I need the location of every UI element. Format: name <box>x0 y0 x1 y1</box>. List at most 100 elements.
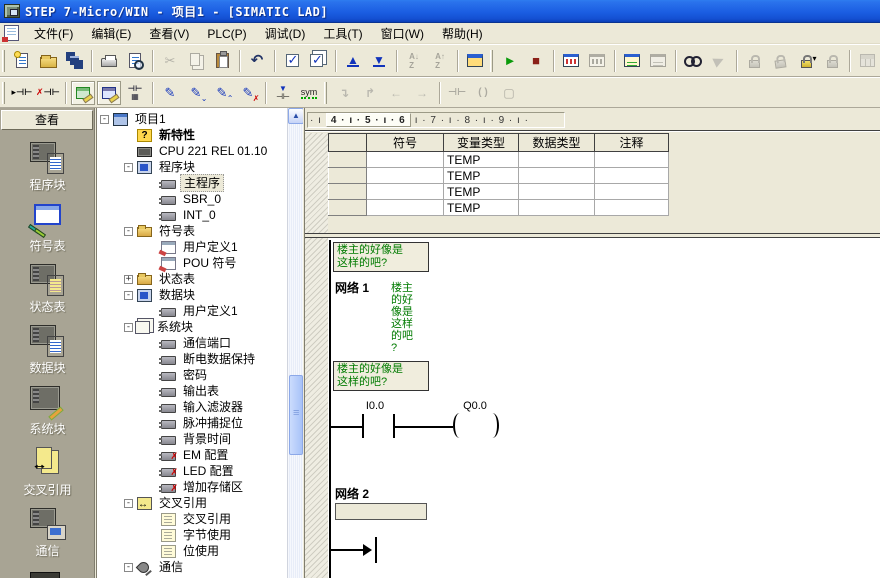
tree-item-7[interactable]: -符号表 <box>97 223 288 239</box>
coil-right-paren[interactable] <box>486 413 499 438</box>
coil-operand[interactable]: Q0.0 <box>445 400 505 412</box>
var-table-cell[interactable] <box>367 152 444 168</box>
var-table-cell[interactable]: TEMP <box>444 152 519 168</box>
tree-item-11[interactable]: -数据块 <box>97 287 288 303</box>
edit-cursor[interactable] <box>375 537 377 563</box>
tree-expander[interactable]: - <box>124 163 133 172</box>
network2-title-box[interactable] <box>335 503 427 520</box>
tree-item-19[interactable]: 脉冲捕捉位 <box>97 415 288 431</box>
tree-expander[interactable]: - <box>124 499 133 508</box>
tree-item-3[interactable]: -程序块 <box>97 159 288 175</box>
save-all-button[interactable] <box>62 49 86 73</box>
upload-button[interactable]: ▲ <box>341 49 365 73</box>
network1-title[interactable]: 楼主 的好 像是 这样 的吧 ? <box>391 282 421 354</box>
insert-network-button[interactable]: ▸⊣⊢ <box>10 81 34 105</box>
tree-item-0[interactable]: -项目1 <box>97 111 288 127</box>
var-table-cell[interactable] <box>519 152 595 168</box>
compile-all-button[interactable] <box>306 49 330 73</box>
menu-item-5[interactable]: 工具(T) <box>314 25 371 43</box>
draw-curve-down-button[interactable]: ✎⌄ <box>184 81 208 105</box>
scroll-up-button[interactable]: ▲ <box>288 108 303 124</box>
tree-item-9[interactable]: POU 符号 <box>97 255 288 271</box>
pou-comment-box[interactable]: 楼主的好像是 这样的吧? <box>333 242 429 272</box>
var-table-cell[interactable] <box>329 152 367 168</box>
draw-line-button[interactable]: ✎ <box>158 81 182 105</box>
network1-comment-box[interactable]: 楼主的好像是 这样的吧? <box>333 361 429 391</box>
var-table-cell[interactable] <box>519 168 595 184</box>
program-status-button[interactable] <box>559 49 583 73</box>
tree-item-26[interactable]: 字节使用 <box>97 527 288 543</box>
sidebar-item-3[interactable]: 数据块 <box>0 325 95 376</box>
tree-item-27[interactable]: 位使用 <box>97 543 288 559</box>
sidebar-item-6[interactable]: 通信 <box>0 508 95 559</box>
download-button[interactable]: ▼ <box>367 49 391 73</box>
sidebar-item-4[interactable]: 系统块 <box>0 386 95 437</box>
menu-item-7[interactable]: 帮助(H) <box>433 25 492 43</box>
delete-network-button[interactable]: ✗⊣⊢ <box>36 81 60 105</box>
toolbar-grip[interactable] <box>324 82 327 104</box>
print-preview-button[interactable] <box>123 49 147 73</box>
view-symbol-table-button[interactable] <box>71 81 95 105</box>
tree-item-16[interactable]: 密码 <box>97 367 288 383</box>
tree-expander[interactable]: - <box>124 563 133 572</box>
tree-item-21[interactable]: ✗EM 配置 <box>97 447 288 463</box>
tree-expander[interactable]: - <box>124 323 133 332</box>
var-table-cell[interactable] <box>595 152 669 168</box>
compile-button[interactable] <box>280 49 304 73</box>
sidebar-item-2[interactable]: 状态表 <box>0 264 95 315</box>
menu-item-6[interactable]: 窗口(W) <box>372 25 433 43</box>
open-folder-button[interactable] <box>36 49 60 73</box>
tree-scrollbar[interactable]: ▲ <box>287 108 303 578</box>
tree-item-1[interactable]: ?新特性 <box>97 127 288 143</box>
print-button[interactable] <box>97 49 121 73</box>
contact-table-button[interactable]: ⊣⊢▦ <box>123 81 147 105</box>
tree-item-24[interactable]: -交叉引用 <box>97 495 288 511</box>
toolbar-grip[interactable] <box>2 82 5 104</box>
tree-expander[interactable]: - <box>100 115 109 124</box>
coil-left-paren[interactable] <box>453 413 466 438</box>
chart-status-button[interactable] <box>620 49 644 73</box>
var-table-cell[interactable] <box>595 200 669 216</box>
toolbar-grip[interactable] <box>490 50 493 72</box>
stop-button[interactable]: ■ <box>524 49 548 73</box>
tree-item-8[interactable]: 用户定义1 <box>97 239 288 255</box>
contact-dropdown-button[interactable]: ▼⊣⊢ <box>271 81 295 105</box>
tree-item-25[interactable]: 交叉引用 <box>97 511 288 527</box>
var-table-cell[interactable]: TEMP <box>444 168 519 184</box>
lock-password-button[interactable] <box>794 49 818 73</box>
tree-expander[interactable]: - <box>124 227 133 236</box>
options-button[interactable] <box>463 49 487 73</box>
tree-item-2[interactable]: CPU 221 REL 01.10 <box>97 143 288 159</box>
tree-item-28[interactable]: -通信 <box>97 559 288 575</box>
var-table-cell[interactable] <box>519 200 595 216</box>
draw-erase-button[interactable]: ✎✗ <box>236 81 260 105</box>
tree-item-18[interactable]: 输入滤波器 <box>97 399 288 415</box>
status-monitor-button[interactable] <box>681 49 705 73</box>
sidebar-item-0[interactable]: 程序块 <box>0 142 95 193</box>
undo-button[interactable]: ↶ <box>245 49 269 73</box>
symbol-info-button[interactable]: sym <box>297 81 321 105</box>
contact-bar-left[interactable] <box>362 414 364 438</box>
tree-item-4[interactable]: 主程序 <box>97 175 288 191</box>
menu-item-4[interactable]: 调试(D) <box>256 25 315 43</box>
var-table-cell[interactable] <box>595 168 669 184</box>
var-table-cell[interactable] <box>367 200 444 216</box>
tree-expander[interactable]: + <box>124 275 133 284</box>
var-table-cell[interactable] <box>329 168 367 184</box>
var-table-cell[interactable] <box>367 184 444 200</box>
sidebar-item-1[interactable]: 符号表 <box>0 203 95 254</box>
tree-item-22[interactable]: ✗LED 配置 <box>97 463 288 479</box>
tree-item-12[interactable]: 用户定义1 <box>97 303 288 319</box>
tree-item-13[interactable]: -系统块 <box>97 319 288 335</box>
toolbar-grip[interactable] <box>2 50 5 72</box>
view-symbol-contact-button[interactable] <box>97 81 121 105</box>
scroll-thumb[interactable] <box>289 375 303 455</box>
var-table-cell[interactable] <box>519 184 595 200</box>
settings-partial-icon[interactable] <box>30 572 60 578</box>
var-table-cell[interactable] <box>329 184 367 200</box>
sidebar-item-5[interactable]: ↔交叉引用 <box>0 447 95 498</box>
var-table-cell[interactable]: TEMP <box>444 200 519 216</box>
tree-item-6[interactable]: INT_0 <box>97 207 288 223</box>
new-file-button[interactable] <box>10 49 34 73</box>
var-table-cell[interactable]: TEMP <box>444 184 519 200</box>
